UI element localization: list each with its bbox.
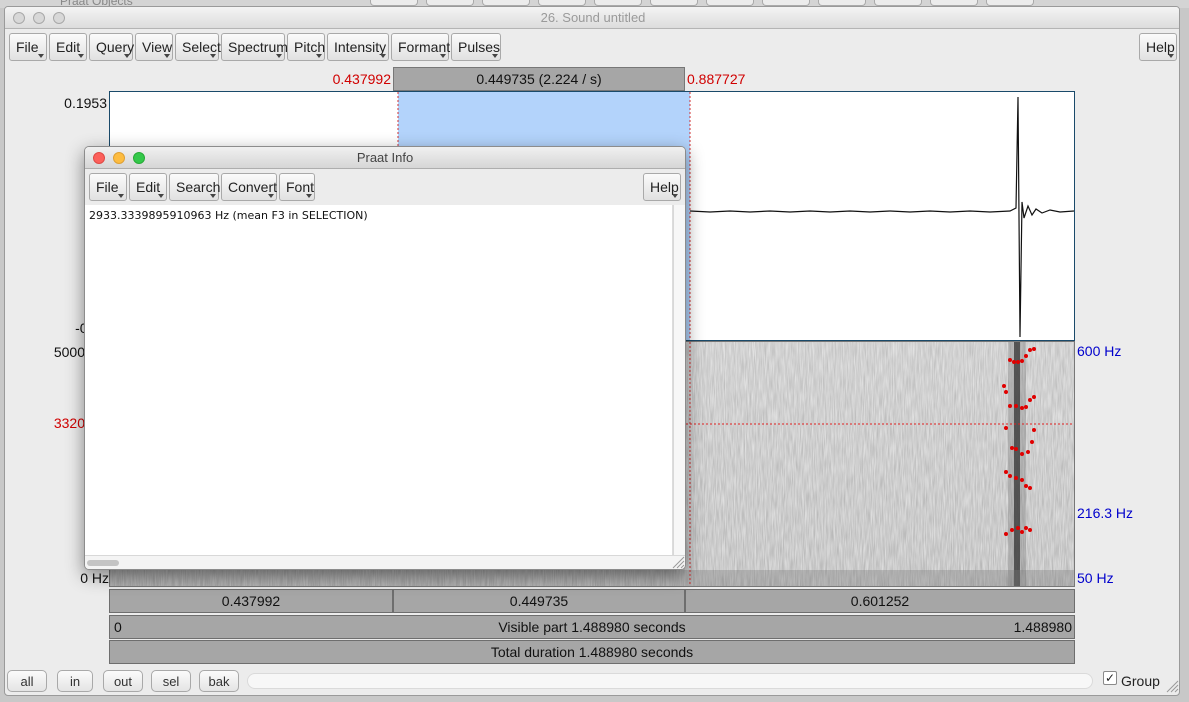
group-label: Group	[1121, 673, 1160, 689]
praat-info-window: Praat Info File Edit Search Convert Font…	[84, 146, 686, 570]
total-duration-label: Total duration 1.488980 seconds	[490, 644, 694, 660]
resize-grip-icon[interactable]	[1165, 679, 1179, 693]
info-output-line: 2933.3339895910963 Hz (mean F3 in SELECT…	[89, 209, 368, 222]
menu-file[interactable]: File	[9, 33, 47, 61]
pitch-mid-label: 216.3 Hz	[1077, 505, 1134, 521]
wave-max-label: 0.1953	[64, 95, 107, 111]
info-resize-grip-icon[interactable]	[671, 555, 685, 569]
info-scroll-thumb[interactable]	[87, 560, 119, 566]
info-menu-file[interactable]: File	[89, 173, 127, 201]
info-menu-help[interactable]: Help	[643, 173, 681, 201]
sound-window-titlebar[interactable]: 26. Sound untitled	[5, 7, 1179, 29]
info-horizontal-scrollbar[interactable]	[85, 555, 685, 569]
spectrogram-max-label: 5000	[53, 344, 85, 360]
info-window-titlebar[interactable]: Praat Info	[85, 147, 685, 169]
selection-duration-label: 0.449735 (2.224 / s)	[476, 71, 602, 87]
info-menu-edit[interactable]: Edit	[129, 173, 167, 201]
zoom-out-button[interactable]: out	[103, 670, 143, 692]
menu-select[interactable]: Select	[175, 33, 221, 61]
menu-edit[interactable]: Edit	[49, 33, 87, 61]
spectrogram-min-label: 0 Hz	[80, 570, 109, 586]
info-vertical-scrollbar[interactable]	[673, 205, 685, 555]
segment-left[interactable]: 0.437992	[109, 589, 393, 613]
pitch-max-label: 600 Hz	[1077, 343, 1122, 359]
pitch-min-label: 50 Hz	[1077, 570, 1114, 586]
total-duration-bar[interactable]: Total duration 1.488980 seconds	[109, 640, 1075, 664]
visible-end-label: 1.488980	[1013, 619, 1072, 635]
menu-query[interactable]: Query	[89, 33, 134, 61]
segment-middle[interactable]: 0.449735	[393, 589, 685, 613]
menu-pitch[interactable]: Pitch	[287, 33, 325, 61]
selection-start-time: 0.437992	[332, 71, 391, 87]
selection-duration-bar[interactable]: 0.449735 (2.224 / s)	[393, 67, 685, 91]
menu-view[interactable]: View	[135, 33, 173, 61]
menu-intensity[interactable]: Intensity	[327, 33, 389, 61]
spectrogram-cursor-label: 3320	[53, 415, 85, 431]
menu-help[interactable]: Help	[1139, 33, 1177, 61]
sound-window-title: 26. Sound untitled	[540, 10, 646, 25]
group-checkbox[interactable]: ✓	[1103, 671, 1117, 685]
info-menu-font[interactable]: Font	[279, 173, 315, 201]
zoom-in-button[interactable]: in	[57, 670, 93, 692]
info-menu-convert[interactable]: Convert	[221, 173, 277, 201]
visible-part-label: Visible part 1.488980 seconds	[498, 619, 686, 635]
zoom-selection-button[interactable]: sel	[151, 670, 191, 692]
menu-spectrum[interactable]: Spectrum	[221, 33, 288, 61]
visible-part-bar[interactable]: 0 Visible part 1.488980 seconds 1.488980	[109, 615, 1075, 639]
selection-end-time: 0.887727	[687, 71, 746, 87]
info-window-title: Praat Info	[356, 150, 414, 165]
horizontal-scrollbar[interactable]	[247, 673, 1093, 689]
info-menu-search[interactable]: Search	[169, 173, 220, 201]
menu-formant[interactable]: Formant	[391, 33, 450, 61]
segment-right[interactable]: 0.601252	[685, 589, 1075, 613]
menu-pulses[interactable]: Pulses	[451, 33, 501, 61]
zoom-all-button[interactable]: all	[7, 670, 47, 692]
zoom-back-button[interactable]: bak	[199, 670, 239, 692]
info-text-area[interactable]: 2933.3339895910963 Hz (mean F3 in SELECT…	[85, 205, 673, 555]
